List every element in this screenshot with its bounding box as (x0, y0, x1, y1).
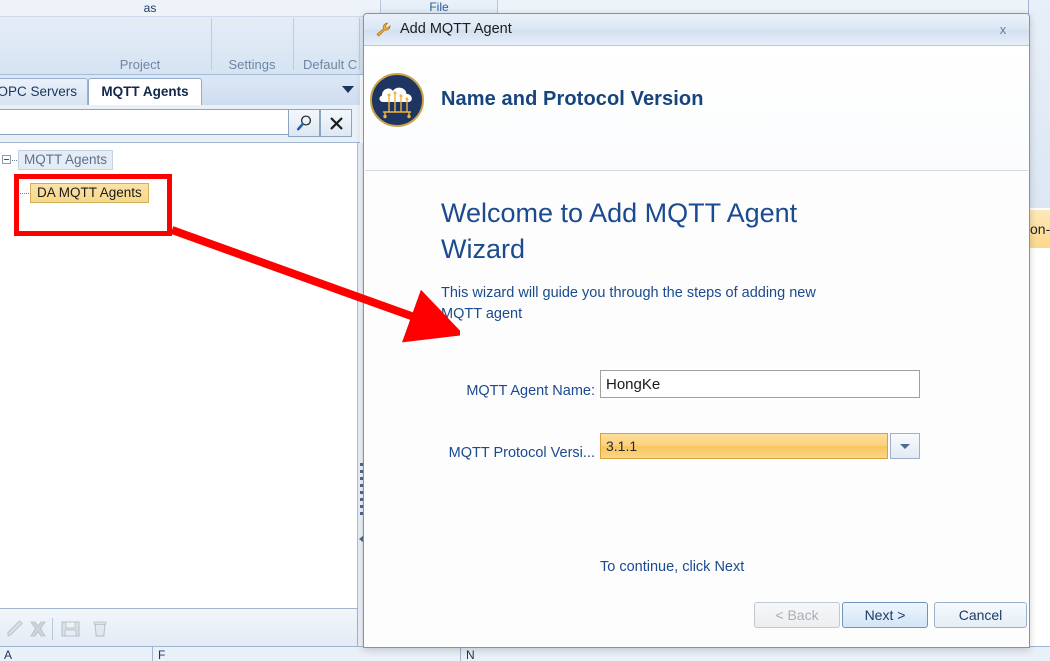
grid-column-header-strip: A F N (0, 646, 1050, 661)
mqtt-agent-name-input[interactable] (600, 370, 920, 398)
tree-bottom-toolbar (0, 608, 358, 646)
tab-mqtt-agents[interactable]: MQTT Agents (88, 78, 202, 105)
ribbon-group-default-c: Default C (298, 57, 363, 72)
ribbon-group-settings: Settings (215, 57, 289, 72)
toolbar-divider (52, 618, 53, 640)
mqtt-agent-name-label: MQTT Agent Name: (405, 383, 595, 399)
close-icon[interactable]: x (983, 18, 1023, 41)
ribbon-divider-2 (293, 18, 294, 70)
ribbon-as-label: as (120, 1, 180, 15)
save-floppy-icon[interactable] (58, 617, 82, 641)
wrench-icon (375, 22, 393, 38)
mqtt-protocol-version-label: MQTT Protocol Versi... (405, 445, 595, 461)
grid-column-divider-2 (460, 647, 461, 661)
right-panel-highlighted-cell[interactable]: on- (1029, 210, 1050, 248)
magnifier-icon (295, 114, 314, 133)
chevron-down-icon[interactable] (342, 86, 354, 93)
dialog-body: Welcome to Add MQTT Agent Wizard This wi… (365, 171, 1028, 646)
search-input[interactable] (0, 109, 290, 135)
cancel-button[interactable]: Cancel (934, 602, 1027, 628)
mqtt-agents-tree-panel: MQTT Agents DA MQTT Agents (0, 143, 358, 608)
grid-column-header-1[interactable]: A (4, 648, 144, 661)
add-mqtt-agent-dialog: Add MQTT Agent x (363, 13, 1030, 648)
welcome-heading: Welcome to Add MQTT Agent Wizard (441, 195, 821, 267)
right-panel-header-edge (1029, 0, 1050, 208)
mqtt-protocol-version-combobox[interactable]: 3.1.1 (600, 433, 920, 459)
close-x-icon (328, 115, 345, 132)
mqtt-protocol-version-value[interactable]: 3.1.1 (600, 433, 888, 459)
chevron-down-icon (900, 444, 910, 449)
search-clear-button[interactable] (320, 109, 352, 137)
panel-tabstrip: OPC Servers MQTT Agents (0, 75, 360, 105)
grid-column-divider-1 (152, 647, 153, 661)
dialog-title: Add MQTT Agent (400, 21, 512, 37)
screenshot-root: File as Project Settings Default C OPC S… (0, 0, 1050, 661)
pencil-edit-icon[interactable] (4, 617, 28, 641)
dialog-titlebar[interactable]: Add MQTT Agent x (364, 14, 1029, 46)
ribbon-divider-1 (211, 18, 212, 70)
ribbon-top-strip-left (0, 0, 380, 17)
dialog-header-band: Name and Protocol Version (365, 46, 1028, 171)
dialog-button-row: < Back Next > Cancel (365, 602, 1028, 628)
mqtt-protocol-version-dropdown-button[interactable] (890, 433, 920, 459)
tab-opc-servers[interactable]: OPC Servers (0, 78, 88, 105)
delete-x-icon[interactable] (26, 617, 50, 641)
tree-node-mqtt-agents[interactable]: MQTT Agents (18, 150, 113, 170)
ribbon-group-project: Project (80, 57, 200, 72)
grid-column-header-2[interactable]: F (158, 648, 398, 661)
search-toolbar (0, 105, 360, 143)
dialog-header-title: Name and Protocol Version (441, 88, 704, 111)
tree-connector-line-child (20, 193, 29, 195)
welcome-description: This wizard will guide you through the s… (441, 283, 821, 325)
tree-connector-line (12, 160, 17, 162)
tree-node-da-mqtt-agents[interactable]: DA MQTT Agents (30, 183, 149, 203)
back-button[interactable]: < Back (754, 602, 840, 628)
next-button[interactable]: Next > (842, 602, 928, 628)
search-find-button[interactable] (288, 109, 320, 137)
cloud-circuit-logo-icon (369, 72, 425, 128)
trash-bin-icon[interactable] (88, 617, 112, 641)
tree-expander-icon[interactable] (2, 155, 11, 164)
grid-column-header-3[interactable]: N (466, 648, 666, 661)
continue-hint: To continue, click Next (600, 559, 744, 575)
tabstrip-filler (202, 78, 360, 105)
